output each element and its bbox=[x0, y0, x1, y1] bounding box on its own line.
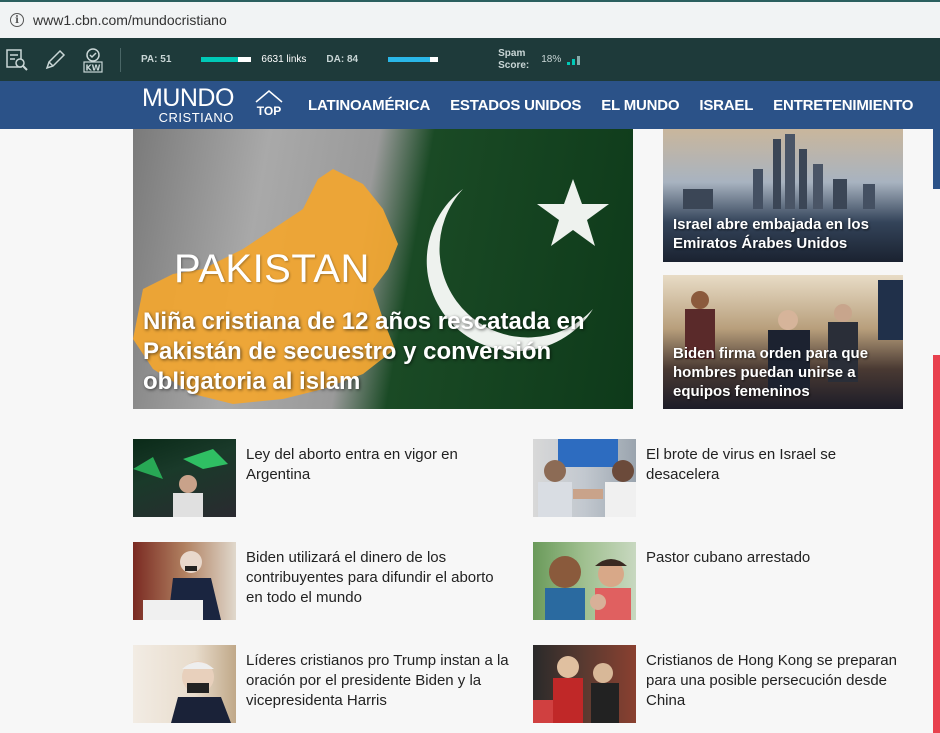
story-thumbnail bbox=[133, 439, 236, 517]
spam-label: Spam Score: bbox=[498, 48, 529, 72]
story-item[interactable]: Ley del aborto entra en vigor en Argenti… bbox=[133, 439, 513, 519]
story-item[interactable]: Biden utilizará el dinero de los contrib… bbox=[133, 542, 513, 622]
toolbar-divider bbox=[120, 47, 121, 72]
story-title[interactable]: El brote de virus en Israel se desaceler… bbox=[646, 445, 911, 485]
side-ad-edge[interactable] bbox=[933, 355, 940, 733]
story-thumbnail bbox=[133, 542, 236, 620]
story-title[interactable]: Pastor cubano arrestado bbox=[646, 548, 911, 568]
pencil-icon[interactable] bbox=[38, 45, 72, 75]
side-story-1[interactable]: Israel abre embajada en los Emiratos Ára… bbox=[663, 129, 903, 262]
nav-item-israel[interactable]: ISRAEL bbox=[699, 97, 753, 114]
pa-bar-fill bbox=[201, 57, 239, 62]
story-title[interactable]: Biden utilizará el dinero de los contrib… bbox=[246, 548, 511, 608]
da-bar-fill bbox=[388, 57, 431, 62]
site-nav: MUNDO CRISTIANO TOP LATINOAMÉRICA ESTADO… bbox=[0, 81, 940, 129]
story-thumbnail bbox=[533, 542, 636, 620]
spam-label-line2: Score: bbox=[498, 59, 530, 71]
side-story-1-title[interactable]: Israel abre embajada en los Emiratos Ára… bbox=[673, 215, 903, 253]
hero-image-text: PAKISTAN bbox=[174, 247, 370, 291]
story-item[interactable]: Líderes cristianos pro Trump instan a la… bbox=[133, 645, 513, 725]
nav-item-latinoamerica[interactable]: LATINOAMÉRICA bbox=[308, 97, 430, 114]
pa-bar bbox=[201, 57, 252, 62]
pa-label: PA: 51 bbox=[141, 54, 172, 65]
scroll-edge-accent bbox=[933, 129, 940, 189]
story-title[interactable]: Cristianos de Hong Kong se preparan para… bbox=[646, 651, 911, 711]
logo-line1: MUNDO bbox=[142, 84, 234, 112]
nav-item-entretenimiento[interactable]: ENTRETENIMIENTO bbox=[773, 97, 913, 114]
nav-item-estados-unidos[interactable]: ESTADOS UNIDOS bbox=[450, 97, 581, 114]
side-story-2-title[interactable]: Biden firma orden para que hombres pueda… bbox=[673, 344, 903, 401]
logo-line2: CRISTIANO bbox=[158, 110, 234, 125]
top-label: TOP bbox=[256, 104, 282, 118]
spam-score-value: 18% bbox=[541, 54, 562, 65]
browser-url-bar[interactable]: i www1.cbn.com/mundocristiano bbox=[0, 0, 940, 38]
story-item[interactable]: Pastor cubano arrestado bbox=[533, 542, 913, 622]
spam-label-line1: Spam bbox=[498, 47, 526, 59]
nav-item-el-mundo[interactable]: EL MUNDO bbox=[601, 97, 679, 114]
signal-bars-icon bbox=[567, 55, 581, 65]
svg-text:KW: KW bbox=[85, 63, 100, 72]
story-title[interactable]: Ley del aborto entra en vigor en Argenti… bbox=[246, 445, 511, 485]
da-bar bbox=[388, 57, 439, 62]
da-label: DA: 84 bbox=[326, 54, 359, 65]
story-item[interactable]: El brote de virus en Israel se desaceler… bbox=[533, 439, 913, 519]
url-text[interactable]: www1.cbn.com/mundocristiano bbox=[33, 12, 227, 28]
site-logo[interactable]: MUNDO CRISTIANO bbox=[142, 84, 234, 125]
info-icon[interactable]: i bbox=[10, 13, 24, 27]
side-story-2[interactable]: Biden firma orden para que hombres pueda… bbox=[663, 275, 903, 409]
home-roof-icon bbox=[255, 90, 283, 103]
hero-story[interactable]: PAKISTAN Niña cristiana de 12 años resca… bbox=[133, 129, 633, 409]
story-thumbnail bbox=[133, 645, 236, 723]
hero-title[interactable]: Niña cristiana de 12 años rescatada en P… bbox=[143, 307, 623, 397]
story-thumbnail bbox=[533, 645, 636, 723]
story-item[interactable]: Cristianos de Hong Kong se preparan para… bbox=[533, 645, 913, 725]
story-title[interactable]: Líderes cristianos pro Trump instan a la… bbox=[246, 651, 511, 711]
links-count[interactable]: 6631 links bbox=[261, 54, 306, 65]
top-button[interactable]: TOP bbox=[254, 89, 284, 118]
nav-menu: LATINOAMÉRICA ESTADOS UNIDOS EL MUNDO IS… bbox=[298, 81, 923, 129]
keyword-icon[interactable]: KW bbox=[76, 45, 110, 75]
story-thumbnail bbox=[533, 439, 636, 517]
seo-toolbar: KW PA: 51 6631 links DA: 84 Spam Score: … bbox=[0, 38, 940, 81]
page-analysis-icon[interactable] bbox=[0, 45, 34, 75]
